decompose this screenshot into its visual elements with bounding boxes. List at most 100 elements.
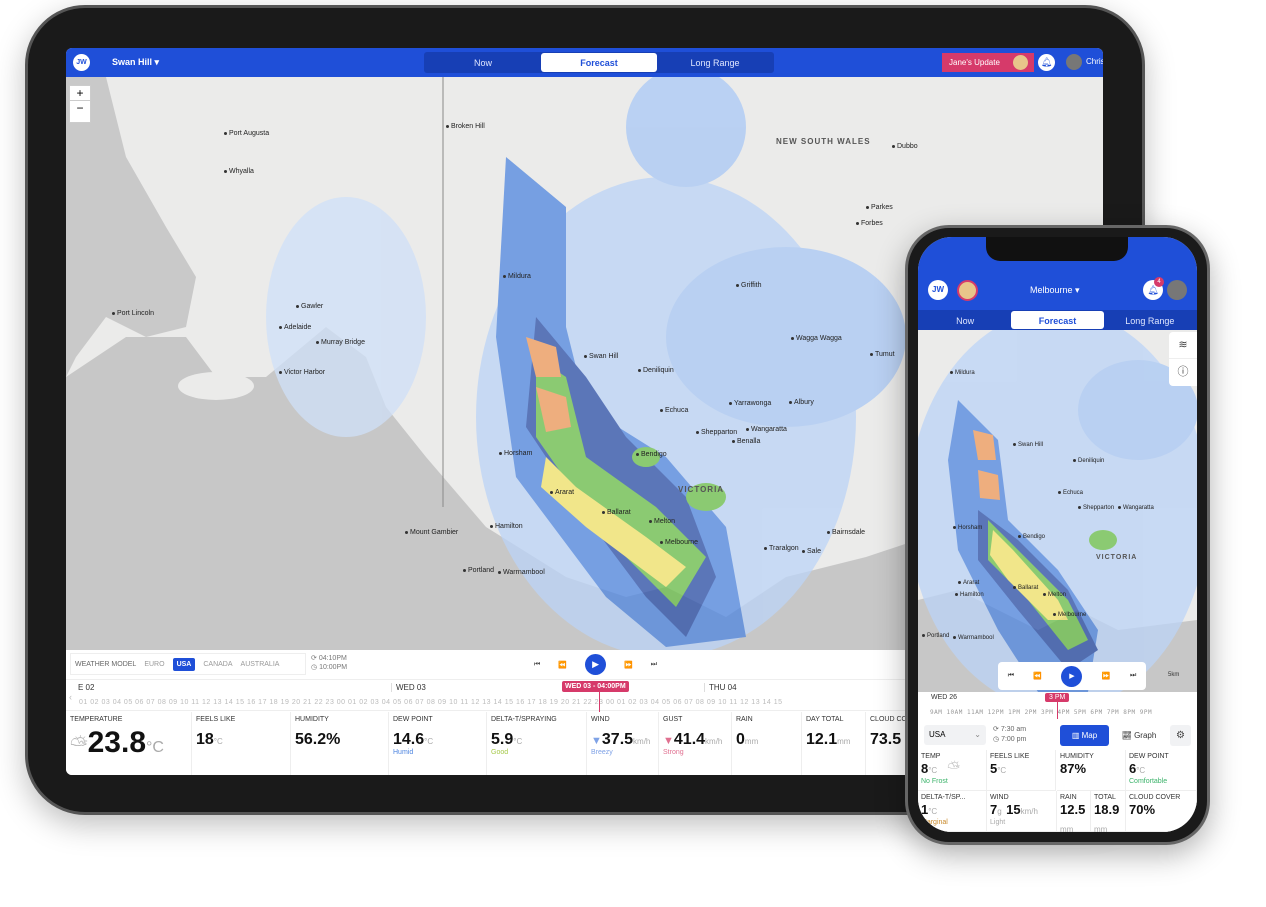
model-euro[interactable]: EURO — [144, 661, 164, 668]
janes-update-button[interactable]: Jane's Update — [942, 53, 1034, 72]
city-label: Bendigo — [1018, 534, 1045, 540]
tab-forecast[interactable]: Forecast — [541, 53, 657, 72]
rewind-icon[interactable]: ⏪ — [1033, 672, 1042, 680]
graph-label: Graph — [1134, 731, 1157, 740]
stat-value: 5.9 — [491, 731, 514, 748]
current-time-marker[interactable]: 3 PM — [1045, 693, 1070, 702]
location-name: Swan Hill — [112, 57, 153, 67]
city-label: Ararat — [550, 489, 574, 496]
play-button[interactable]: ▶ — [1061, 665, 1083, 687]
city-label: Gawler — [296, 303, 323, 310]
city-label: Whyalla — [224, 168, 254, 175]
skip-end-icon[interactable]: ⏭ — [1130, 672, 1136, 680]
tab-long-range[interactable]: Long Range — [657, 53, 773, 72]
skip-end-icon[interactable]: ⏭ — [651, 661, 657, 669]
user-avatar[interactable] — [1167, 280, 1187, 300]
notification-badge: 4 — [1154, 277, 1164, 287]
bell-icon[interactable]: 🔔︎ — [1038, 54, 1055, 71]
city-label: Echuca — [1058, 490, 1083, 496]
city-label: Mount Gambier — [405, 529, 458, 536]
stat-label: FEELS LIKE — [990, 753, 1030, 760]
playback-controls: ⏮ ⏪ ▶ ⏩ ⏭ — [998, 662, 1146, 690]
stat-total: TOTAL 18.9 mm — [1091, 791, 1126, 832]
city-label: Tumut — [870, 351, 895, 358]
stat-unit: mm — [1094, 825, 1108, 832]
hour-ticks: 9AM 10AM 11AM 12PM 1PM 2PM 3PM 4PM 5PM 6… — [930, 709, 1153, 716]
city-label: Forbes — [856, 220, 883, 227]
city-label: Griffith — [736, 282, 762, 289]
stat-temp: TEMP 8°C ⛅︎ No Frost — [918, 750, 987, 791]
stat-value: 23.8 — [87, 726, 146, 759]
stat-value: 0 — [736, 731, 745, 748]
city-label: Benalla — [732, 438, 760, 445]
stat-label: WIND — [591, 716, 610, 723]
stat-label: DELTA-T/SPRAYING — [491, 716, 557, 723]
city-label: Victor Harbor — [279, 369, 325, 376]
stat-label: RAIN — [1060, 794, 1077, 801]
city-label: Melbourne — [1053, 612, 1086, 618]
stat-note: Good — [491, 749, 509, 756]
tab-forecast[interactable]: Forecast — [1011, 311, 1104, 329]
fast-forward-icon[interactable]: ⏩ — [624, 661, 633, 669]
location-selector[interactable]: Swan Hill ▾ — [112, 57, 159, 68]
layers-icon[interactable]: ≋ — [1169, 332, 1197, 359]
stat-note: Comfortable — [1129, 778, 1168, 785]
user-avatar[interactable] — [1066, 54, 1082, 70]
stat-cloud-cover: CLOUD COVER 70% — [1126, 791, 1197, 832]
stat-unit: g — [997, 807, 1002, 816]
zoom-in-button[interactable]: + — [70, 86, 90, 101]
model-select[interactable]: USA ⌄ — [924, 725, 986, 745]
map-button[interactable]: ▥ Map — [1060, 725, 1109, 746]
stat-note: Breezy — [591, 749, 613, 756]
play-button[interactable]: ▶ — [585, 654, 607, 675]
skip-start-icon[interactable]: ⏮ — [1008, 672, 1014, 680]
stat-value: 87% — [1060, 761, 1087, 776]
info-icon[interactable]: ⓘ — [1169, 359, 1197, 386]
tab-now[interactable]: Now — [425, 53, 541, 72]
city-label: Albury — [789, 399, 814, 406]
city-label: Melton — [1043, 592, 1066, 598]
model-value: USA — [929, 730, 946, 739]
rewind-icon[interactable]: ⏪ — [558, 661, 567, 669]
radar-map[interactable]: VICTORIA Mildura Swan Hill Deniliquin Echuc… — [918, 330, 1197, 692]
city-label: Port Lincoln — [112, 310, 154, 317]
model-canada[interactable]: CANADA — [203, 661, 232, 668]
stat-label: HUMIDITY — [1060, 753, 1094, 760]
stat-unit: km/h — [633, 737, 651, 746]
notch — [986, 237, 1128, 261]
stat-label: DEW POINT — [393, 716, 433, 723]
chevron-left-icon[interactable]: ‹ — [69, 692, 72, 702]
stat-unit: km/h — [705, 737, 723, 746]
day-label: WED 26 — [931, 694, 958, 701]
location-selector[interactable]: Melbourne ▾ — [1030, 285, 1080, 296]
tab-now[interactable]: Now — [919, 311, 1011, 329]
playhead[interactable] — [599, 692, 600, 712]
stat-dew-point: DEW POINT 6°C Comfortable — [1126, 750, 1197, 791]
stat-feels-like: FEELS LIKE 18°C — [192, 712, 291, 775]
graph-button[interactable]: 📈︎ Graph — [1114, 725, 1164, 746]
city-label: Wagga Wagga — [791, 335, 842, 342]
skip-start-icon[interactable]: ⏮ — [534, 661, 540, 669]
jane-avatar[interactable] — [957, 280, 978, 301]
state-label: VICTORIA — [1096, 554, 1138, 561]
model-usa[interactable]: USA — [172, 657, 196, 671]
forecast-panel: WED 26 3 PM 9AM 10AM 11AM 12PM 1PM 2PM 3… — [918, 692, 1197, 832]
city-label: Traralgon — [764, 545, 799, 552]
city-label: Wangaratta — [1118, 505, 1154, 511]
current-time-marker[interactable]: WED 03 - 04:00PM — [562, 681, 629, 692]
stat-delta-t-sp-: DELTA-T/SP... 1°C Marginal — [918, 791, 987, 832]
tab-long-range[interactable]: Long Range — [1104, 311, 1196, 329]
stat-value: 73.5 — [870, 731, 902, 748]
fast-forward-icon[interactable]: ⏩ — [1102, 672, 1111, 680]
city-label: Deniliquin — [1073, 458, 1104, 464]
zoom-out-button[interactable]: − — [70, 101, 90, 115]
stat-unit: °C — [213, 737, 223, 746]
gear-icon[interactable]: ⚙ — [1170, 725, 1191, 746]
city-label: Warrnambool — [953, 635, 994, 641]
model-australia[interactable]: AUSTRALIA — [241, 661, 280, 668]
playhead[interactable] — [1057, 702, 1058, 719]
city-label: Bendigo — [636, 451, 667, 458]
stat-rain: RAIN 0mm — [732, 712, 802, 775]
weather-model-label: WEATHER MODEL — [75, 660, 137, 668]
logo: JW — [928, 280, 948, 300]
